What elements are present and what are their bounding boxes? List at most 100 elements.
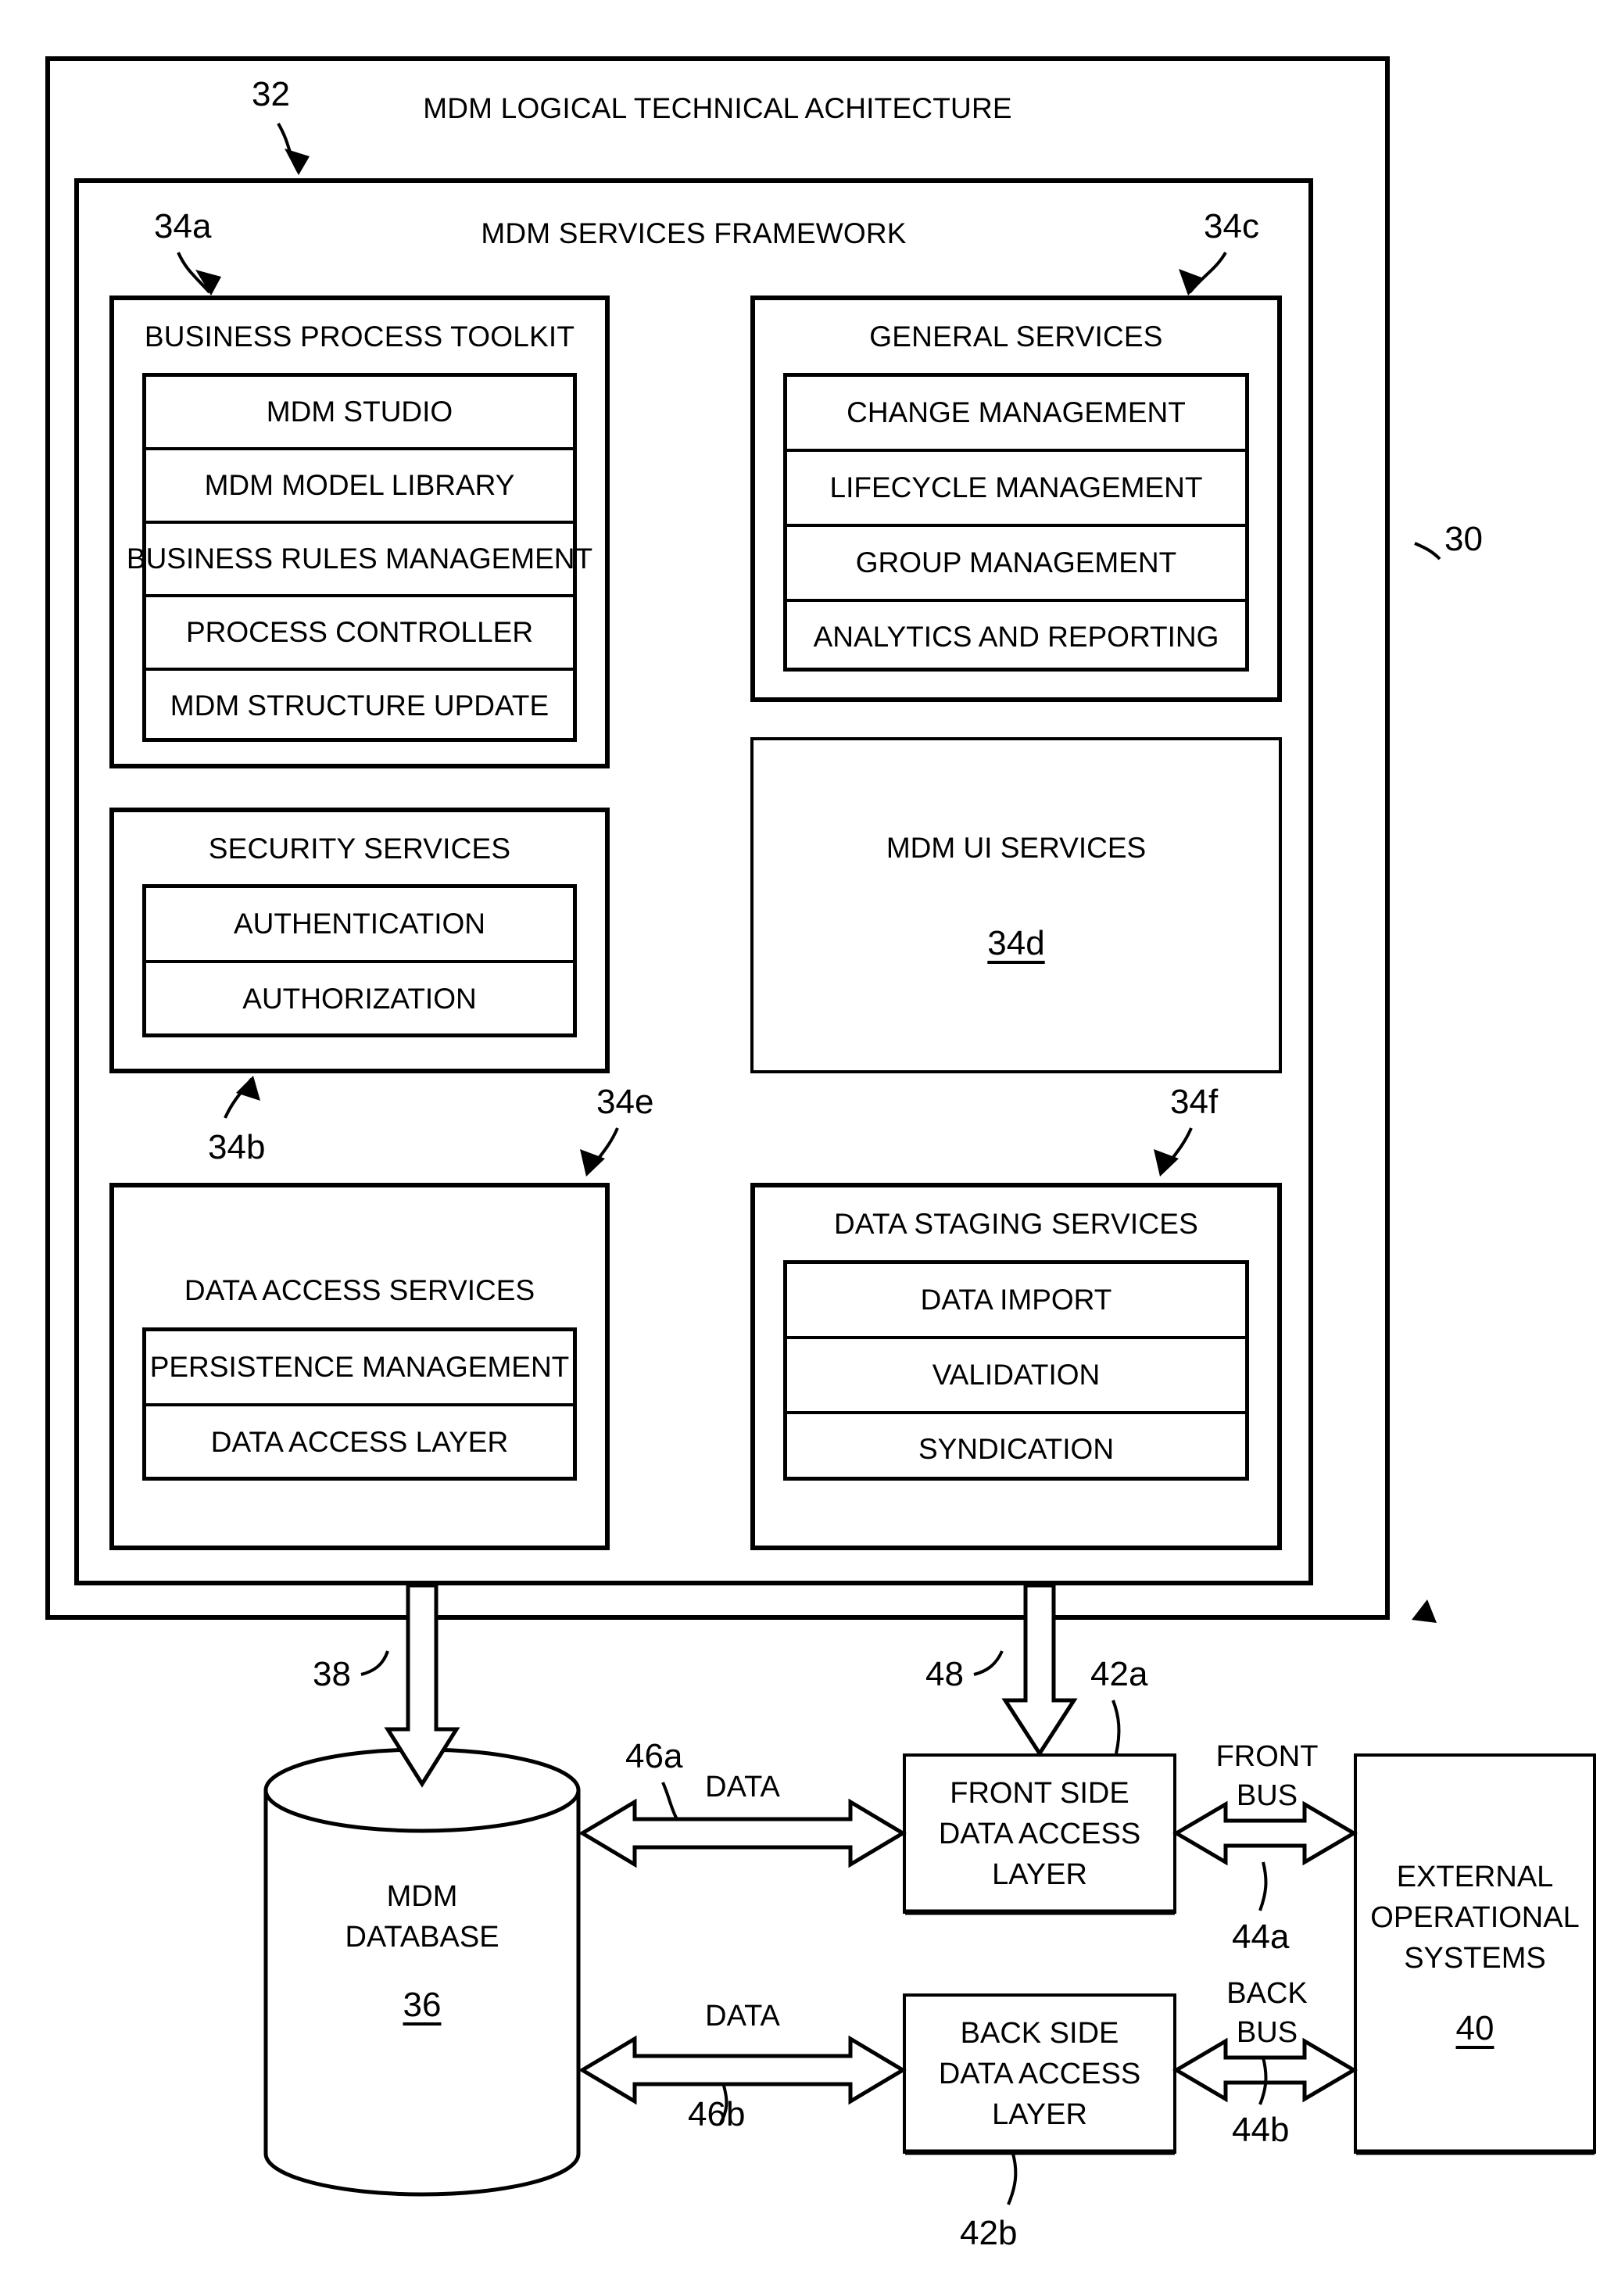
list-item-label: GROUP MANAGEMENT [855, 546, 1177, 578]
framework-title: MDM SERVICES FRAMEWORK [74, 217, 1313, 250]
reference-number: 34e [596, 1083, 654, 1121]
leader-38 [360, 1650, 389, 1676]
data-label-bottom: DATA [641, 2000, 844, 2033]
list-item-label: AUTHORIZATION [242, 983, 477, 1015]
label-line: OPERATIONAL [1370, 1901, 1580, 1934]
label-line: EXTERNAL [1396, 1861, 1554, 1893]
list-item[interactable]: SYNDICATION [787, 1414, 1245, 1485]
list-item-label: AUTHENTICATION [233, 908, 486, 940]
label-line: BACK SIDE [960, 2017, 1119, 2050]
security-services-title: SECURITY SERVICES [109, 833, 610, 865]
label-line: DATA ACCESS [938, 1818, 1141, 1850]
reference-number: 44b [1232, 2111, 1290, 2149]
list-item[interactable]: PERSISTENCE MANAGEMENT [146, 1331, 573, 1406]
ref-48: 48 [925, 1655, 964, 1694]
data-label-top: DATA [641, 1771, 844, 1804]
mdm-database-ref: 36 [266, 1986, 578, 2025]
list-item-label: MDM MODEL LIBRARY [204, 469, 515, 501]
leader-30 [1414, 542, 1441, 561]
mdm-database-cylinder [263, 1747, 581, 2197]
ref-34e: 34e [596, 1083, 653, 1122]
list-item[interactable]: ANALYTICS AND REPORTING [787, 602, 1245, 672]
ref-38: 38 [313, 1655, 351, 1694]
reference-number: 48 [925, 1655, 964, 1693]
ref-42a: 42a [1090, 1655, 1147, 1694]
ref-44a: 44a [1232, 1918, 1289, 1957]
panel-title-text: SECURITY SERVICES [208, 833, 511, 865]
reference-number: 34a [154, 207, 212, 245]
list-item-label: MDM STRUCTURE UPDATE [170, 690, 549, 722]
leader-44a [1258, 1861, 1268, 1911]
label-line: DATA ACCESS [938, 2058, 1141, 2090]
list-item[interactable]: MDM STUDIO [146, 377, 573, 450]
leader-42b [1007, 2153, 1018, 2205]
reference-number: 34c [1204, 207, 1259, 245]
list-item[interactable]: MDM MODEL LIBRARY [146, 450, 573, 524]
ref-32: 32 [252, 75, 290, 114]
external-operational-systems-ref: 40 [1354, 2009, 1596, 2048]
label-line: LAYER [992, 1858, 1087, 1891]
back-side-data-access-layer-label: BACK SIDE DATA ACCESS LAYER [903, 2013, 1176, 2135]
list-item[interactable]: VALIDATION [787, 1339, 1245, 1414]
label-line: MDM [386, 1880, 458, 1913]
reference-number: 32 [252, 75, 290, 113]
patent-figure: MDM LOGICAL TECHNICAL ACHITECTURE MDM SE… [0, 0, 1618, 2296]
list-item-label: DATA ACCESS LAYER [210, 1426, 509, 1458]
list-item[interactable]: AUTHORIZATION [146, 963, 573, 1035]
list-item[interactable]: LIFECYCLE MANAGEMENT [787, 452, 1245, 527]
mdm-ui-services-ref: 34d [750, 924, 1282, 963]
connector-label: DATA [705, 1771, 780, 1803]
page-title-text: MDM LOGICAL TECHNICAL ACHITECTURE [423, 92, 1012, 124]
ref-34b: 34b [208, 1128, 265, 1167]
list-item[interactable]: MDM STRUCTURE UPDATE [146, 671, 573, 741]
list-item-label: DATA IMPORT [920, 1284, 1112, 1316]
list-item[interactable]: GROUP MANAGEMENT [787, 527, 1245, 602]
reference-number: 30 [1444, 520, 1483, 558]
reference-number: 42b [960, 2214, 1018, 2252]
reference-number: 34b [208, 1128, 266, 1166]
panel-title-text: GENERAL SERVICES [869, 321, 1163, 353]
list-item[interactable]: CHANGE MANAGEMENT [787, 377, 1245, 452]
business-process-toolkit-list: MDM STUDIO MDM MODEL LIBRARY BUSINESS RU… [127, 373, 592, 742]
label-line: DATABASE [345, 1921, 499, 1954]
list-item[interactable]: BUSINESS RULES MANAGEMENT [127, 524, 592, 597]
panel-title-text: MDM UI SERVICES [886, 832, 1147, 864]
reference-number: 38 [313, 1655, 351, 1693]
mdm-ui-services-title: MDM UI SERVICES [750, 832, 1282, 865]
list-item-label: SYNDICATION [918, 1433, 1115, 1465]
list-item-label: PERSISTENCE MANAGEMENT [149, 1351, 570, 1383]
list-item-label: LIFECYCLE MANAGEMENT [829, 471, 1203, 503]
label-line: BACK [1226, 1977, 1308, 2010]
label-line: FRONT [1215, 1740, 1319, 1773]
external-operational-systems-label: EXTERNAL OPERATIONAL SYSTEMS [1354, 1857, 1596, 1979]
ref-46b: 46b [688, 2095, 745, 2134]
reference-number: 36 [403, 1986, 442, 2024]
reference-number: 46b [688, 2095, 746, 2133]
leader-44b [1258, 2057, 1268, 2105]
leader-48 [973, 1650, 1004, 1676]
label-line: LAYER [992, 2098, 1087, 2131]
ref-34a: 34a [154, 207, 211, 246]
list-item[interactable]: DATA ACCESS LAYER [146, 1406, 573, 1478]
mdm-database-label: MDM DATABASE [266, 1876, 578, 1958]
reference-number: 34d [987, 924, 1045, 962]
list-item[interactable]: AUTHENTICATION [146, 888, 573, 963]
reference-number: 34f [1170, 1083, 1219, 1121]
label-line: BUS [1236, 2016, 1298, 2049]
panel-title-text: DATA STAGING SERVICES [833, 1208, 1199, 1240]
framework-title-text: MDM SERVICES FRAMEWORK [481, 217, 907, 249]
ref-44b: 44b [1232, 2111, 1289, 2150]
list-item-label: MDM STUDIO [266, 396, 453, 428]
label-line: SYSTEMS [1404, 1942, 1546, 1975]
connector-label: DATA [705, 2000, 780, 2033]
arrow-46b-data-bidirectional [578, 2035, 907, 2105]
list-item[interactable]: DATA IMPORT [787, 1264, 1245, 1339]
page-title: MDM LOGICAL TECHNICAL ACHITECTURE [45, 92, 1390, 125]
panel-title-text: DATA ACCESS SERVICES [184, 1274, 535, 1306]
list-item-label: VALIDATION [932, 1359, 1101, 1391]
ref-30: 30 [1444, 520, 1483, 559]
list-item-label: CHANGE MANAGEMENT [847, 396, 1186, 428]
list-item[interactable]: PROCESS CONTROLLER [146, 597, 573, 671]
data-access-services-list: PERSISTENCE MANAGEMENT DATA ACCESS LAYER [142, 1327, 577, 1481]
ref-42b: 42b [960, 2214, 1017, 2253]
